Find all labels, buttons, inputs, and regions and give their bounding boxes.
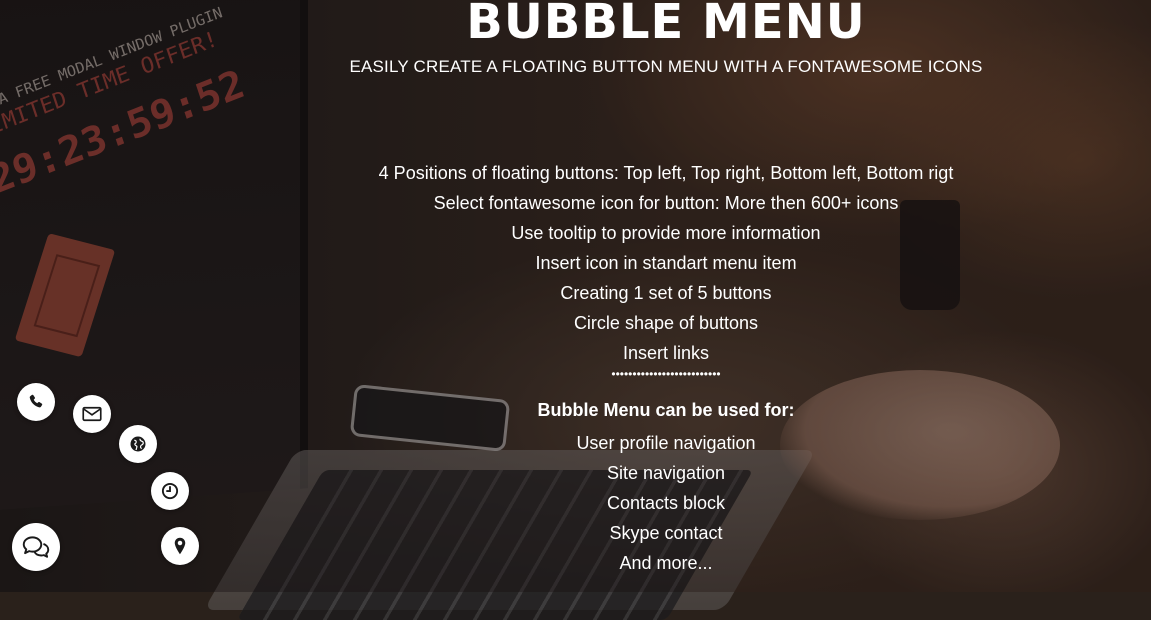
envelope-icon bbox=[82, 406, 102, 422]
globe-icon bbox=[130, 436, 146, 452]
map-marker-icon bbox=[174, 537, 186, 555]
dotted-divider: •••••••••••••••••••••••••• bbox=[611, 367, 721, 381]
location-button[interactable] bbox=[161, 527, 199, 565]
bubble-menu-toggle[interactable] bbox=[12, 523, 60, 571]
uses-heading: Bubble Menu can be used for: bbox=[537, 400, 795, 420]
comments-icon bbox=[22, 536, 50, 558]
feature-item: Insert links bbox=[622, 343, 710, 363]
feature-item: 4 Positions of floating buttons: Top lef… bbox=[378, 163, 954, 183]
clock-icon bbox=[161, 482, 179, 500]
phone-icon bbox=[29, 394, 43, 408]
feature-item: Insert icon in standart menu item bbox=[535, 253, 797, 273]
use-item: User profile navigation bbox=[576, 433, 756, 453]
feature-item: Select fontawesome icon for button: More… bbox=[433, 193, 899, 213]
clock-button[interactable] bbox=[151, 472, 189, 510]
feature-list: 4 Positions of floating buttons: Top lef… bbox=[0, 160, 1151, 370]
phone-button[interactable] bbox=[17, 383, 55, 421]
feature-item: Circle shape of buttons bbox=[573, 313, 759, 333]
feature-item: Use tooltip to provide more information bbox=[511, 223, 821, 243]
page-subtitle: EASILY CREATE A FLOATING BUTTON MENU WIT… bbox=[349, 57, 983, 76]
globe-button[interactable] bbox=[119, 425, 157, 463]
feature-item: Creating 1 set of 5 buttons bbox=[560, 283, 772, 303]
page-title: BUBBLE MENU bbox=[466, 0, 866, 50]
email-button[interactable] bbox=[73, 395, 111, 433]
